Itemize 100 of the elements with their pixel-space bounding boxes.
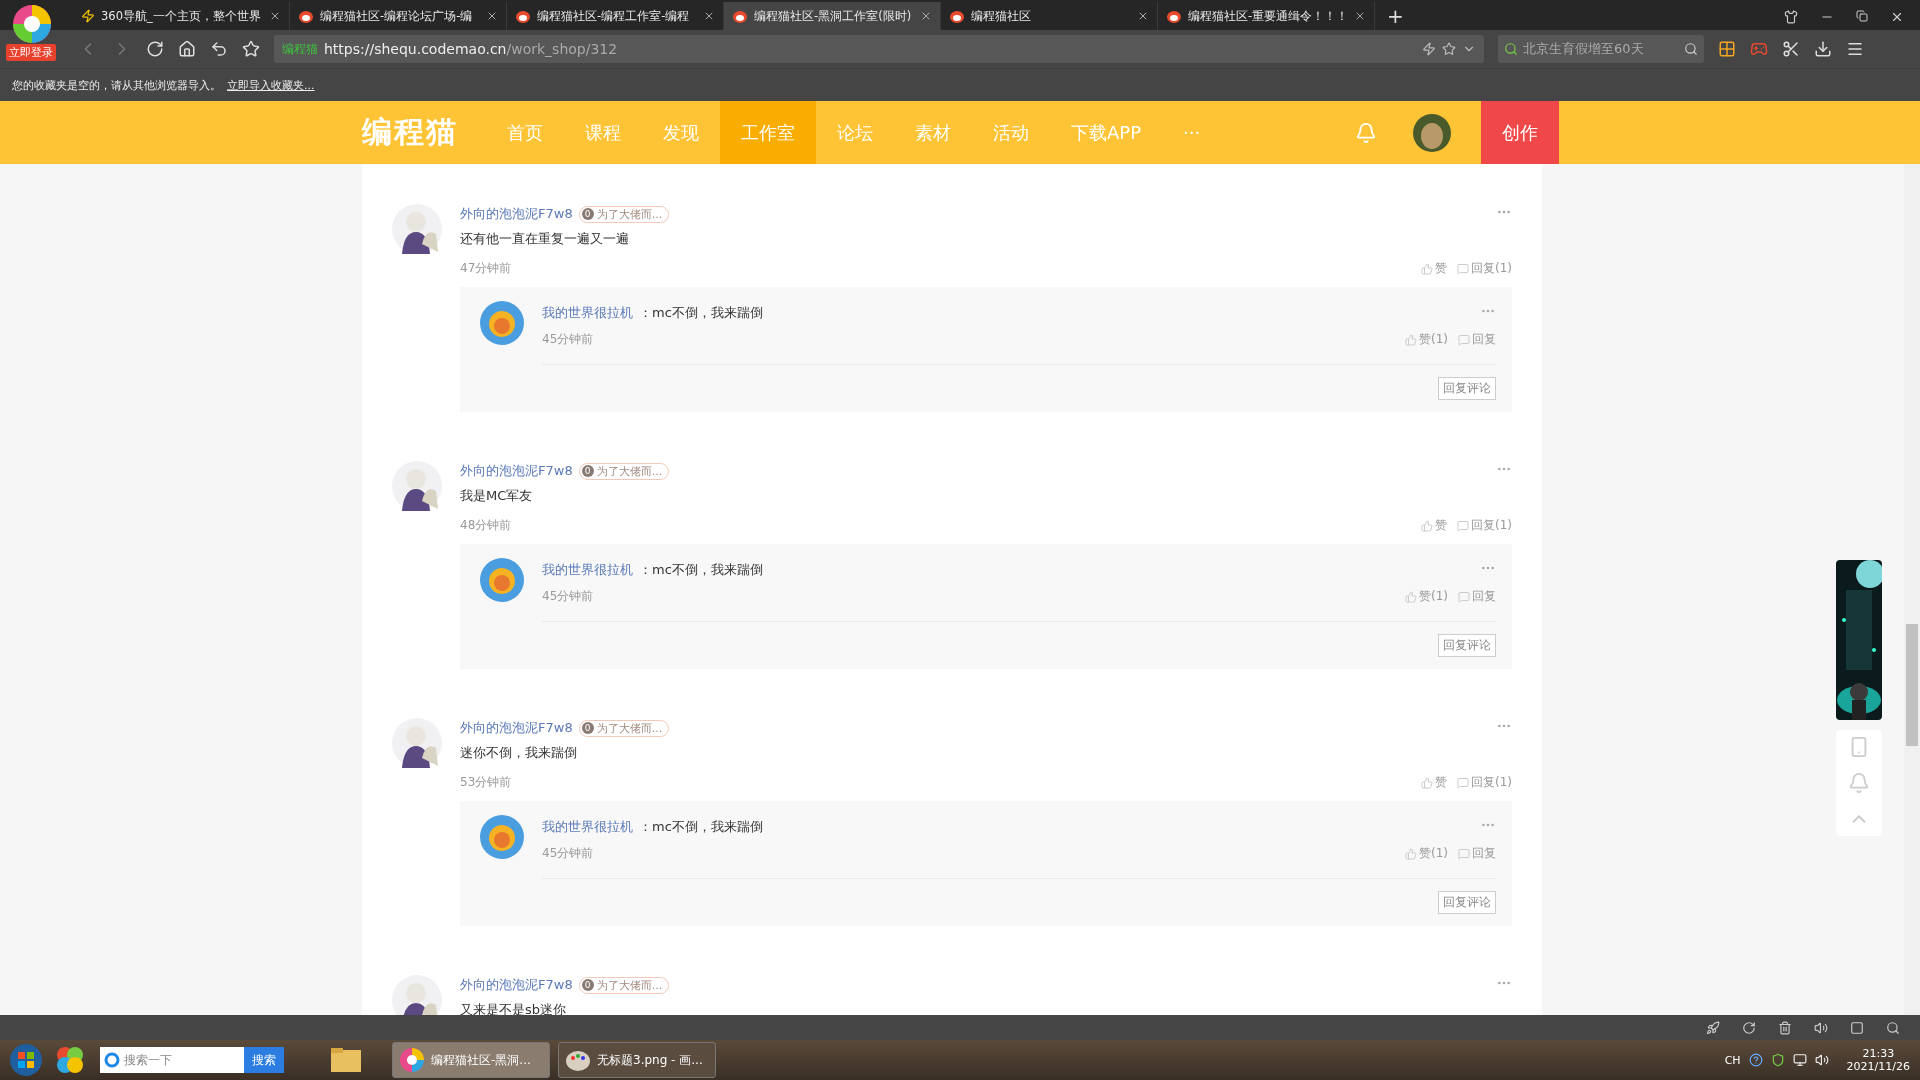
reply-time: 45分钟前 (542, 588, 594, 605)
user-avatar (392, 461, 442, 511)
folder-icon[interactable] (330, 1046, 362, 1074)
reload-icon (146, 40, 164, 58)
author-link[interactable]: 外向的泡泡泥F7w8 (460, 462, 573, 480)
close-icon (269, 10, 281, 22)
undo-icon (210, 40, 228, 58)
thumbs-up-icon (1421, 776, 1433, 789)
reply-comment-button[interactable]: 回复评论 (1438, 634, 1496, 657)
thumbs-up-icon (1421, 519, 1433, 532)
reply-time: 45分钟前 (542, 331, 594, 348)
speech-bubble-icon (1457, 519, 1469, 532)
reply-button[interactable]: 回复(1) (1457, 260, 1512, 277)
close-icon (1890, 10, 1904, 24)
clock-time: 21:33 (1862, 1047, 1895, 1060)
close-icon (1137, 10, 1149, 22)
author-link[interactable]: 我的世界很拉机 (542, 304, 633, 322)
clock-date: 2021/11/26 (1846, 1060, 1910, 1073)
grid-icon (1718, 40, 1736, 58)
comment-time: 53分钟前 (460, 774, 512, 791)
volume-icon (1814, 1053, 1829, 1067)
reply-comment-button[interactable]: 回复评论 (1438, 377, 1496, 400)
reply-time: 45分钟前 (542, 845, 594, 862)
close-icon (703, 10, 715, 22)
import-bookmarks-link[interactable]: 立即导入收藏夹... (227, 77, 315, 93)
star-icon (242, 40, 260, 58)
reply-button[interactable]: 回复 (1458, 331, 1496, 348)
user-avatar[interactable] (1413, 113, 1451, 152)
search-icon (1684, 42, 1698, 56)
like-button[interactable]: 赞(1) (1405, 331, 1448, 348)
like-button[interactable]: 赞 (1421, 260, 1447, 277)
like-button[interactable]: 赞(1) (1405, 845, 1448, 862)
user-avatar (392, 718, 442, 768)
create-button[interactable]: 创作 (1481, 101, 1559, 164)
volume-icon (1814, 1020, 1828, 1035)
reply-text: ：mc不倒，我来踹倒 (639, 304, 763, 322)
restore-icon (1856, 10, 1868, 22)
like-button[interactable]: 赞 (1421, 774, 1447, 791)
speech-bubble-icon (1457, 776, 1469, 789)
input-method[interactable]: CH (1724, 1053, 1741, 1067)
login-badge[interactable]: 立即登录 (6, 44, 56, 61)
comment-text: 我是MC军友 (460, 487, 534, 505)
close-icon (1354, 10, 1366, 22)
site-icon (1166, 9, 1182, 23)
app-icon[interactable] (54, 1044, 86, 1076)
author-link[interactable]: 外向的泡泡泥F7w8 (460, 719, 573, 737)
close-icon (920, 10, 932, 22)
window-icon (1850, 1020, 1864, 1035)
reply-button[interactable]: 回复 (1458, 845, 1496, 862)
taskbar-task[interactable]: 无标题3.png - 画... (558, 1042, 716, 1078)
scrollbar[interactable] (1904, 164, 1920, 1015)
lightning-icon (1422, 42, 1436, 56)
like-button[interactable]: 赞(1) (1405, 588, 1448, 605)
speech-bubble-icon (1458, 590, 1470, 603)
browser-logo-icon (399, 1047, 425, 1073)
search-icon (1886, 1020, 1900, 1035)
close-icon (486, 10, 498, 22)
star-icon (1442, 42, 1456, 56)
user-avatar (392, 204, 442, 254)
shield-icon (1770, 1053, 1785, 1067)
scissors-icon (1782, 40, 1800, 58)
new-tab-button[interactable]: + (1375, 2, 1416, 30)
speech-bubble-icon (1458, 847, 1470, 860)
reply-button[interactable]: 回复 (1458, 588, 1496, 605)
comment-time: 47分钟前 (460, 260, 512, 277)
taskbar-task[interactable]: 编程猫社区-黑洞... (392, 1042, 550, 1078)
author-link[interactable]: 外向的泡泡泥F7w8 (460, 205, 573, 223)
taskbar-search-button[interactable]: 搜索 (244, 1047, 284, 1073)
like-button[interactable]: 赞 (1421, 517, 1447, 534)
help-icon (1748, 1053, 1763, 1067)
thumbs-up-icon (1405, 847, 1417, 860)
reply-button[interactable]: 回复(1) (1457, 517, 1512, 534)
site-icon (732, 9, 748, 23)
reply-button[interactable]: 回复(1) (1457, 774, 1512, 791)
address-bar[interactable]: 编程猫 https://shequ.codemao.cn/work_shop/312 (274, 35, 1484, 63)
user-avatar (480, 558, 524, 602)
reply-text: ：mc不倒，我来踹倒 (639, 818, 763, 836)
site-icon (515, 9, 531, 23)
comment-text: 还有他一直在重复一遍又一遍 (460, 230, 630, 248)
author-link[interactable]: 我的世界很拉机 (542, 818, 633, 836)
taskbar-search-field[interactable]: 搜索一下 (100, 1047, 244, 1073)
browser-icon (104, 1052, 120, 1068)
bookmarks-message: 您的收藏夹是空的，请从其他浏览器导入。 (12, 77, 221, 93)
author-link[interactable]: 外向的泡泡泥F7w8 (460, 976, 573, 994)
rocket-icon (1706, 1020, 1720, 1035)
bell-icon (1355, 121, 1377, 144)
search-field[interactable]: 北京生育假增至60天 (1498, 35, 1704, 63)
nav-item[interactable]: 工作室 (720, 101, 816, 164)
comment-time: 48分钟前 (460, 517, 512, 534)
reply-comment-button[interactable]: 回复评论 (1438, 891, 1496, 914)
speech-bubble-icon (1458, 333, 1470, 346)
menu-icon (1846, 40, 1864, 58)
monitor-icon (1792, 1053, 1807, 1067)
trash-icon (1778, 1020, 1792, 1035)
user-avatar (480, 815, 524, 859)
shirt-icon (1784, 10, 1798, 24)
author-link[interactable]: 我的世界很拉机 (542, 561, 633, 579)
comment-text: 迷你不倒，我来踹倒 (460, 744, 578, 762)
site-icon (298, 9, 314, 23)
browser-tab[interactable]: 编程猫社区-黑洞工作室(限时) (724, 2, 941, 30)
